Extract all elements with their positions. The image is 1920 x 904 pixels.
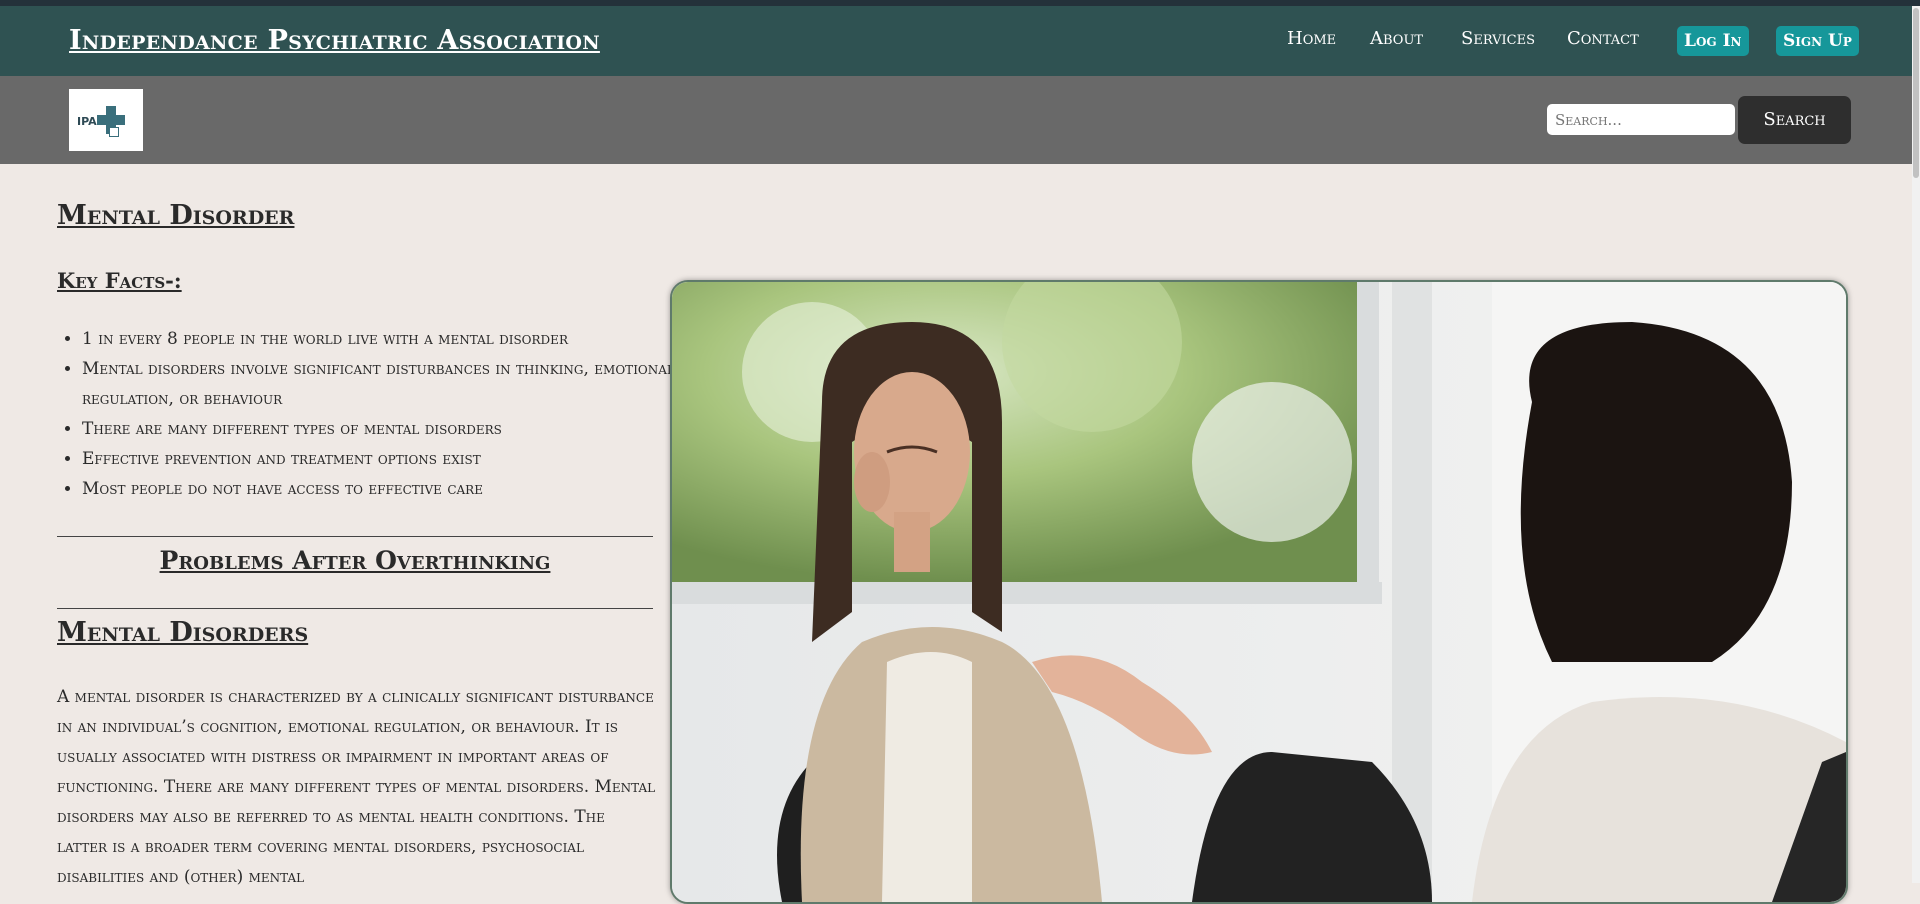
nav-services[interactable]: Services: [1461, 28, 1535, 49]
nav-about[interactable]: About: [1370, 28, 1423, 49]
divider: [57, 608, 653, 609]
top-navbar: Independance Psychiatric Association Hom…: [0, 6, 1920, 76]
key-facts-list: 1 in every 8 people in the world live wi…: [57, 324, 682, 504]
divider: [57, 536, 653, 537]
page-title: Mental Disorder: [57, 200, 295, 231]
list-item: 1 in every 8 people in the world live wi…: [82, 324, 682, 354]
logo-mini-mark: [109, 127, 119, 137]
list-item: Mental disorders involve significant dis…: [82, 354, 682, 414]
site-brand-link[interactable]: Independance Psychiatric Association: [69, 25, 600, 56]
signup-button[interactable]: Sign Up: [1776, 26, 1859, 56]
problems-heading: Problems After Overthinking: [159, 546, 551, 575]
login-button[interactable]: Log In: [1677, 26, 1749, 56]
list-item: There are many different types of mental…: [82, 414, 682, 444]
key-facts-heading: Key Facts-:: [57, 268, 182, 293]
therapy-session-photo: [670, 280, 1848, 904]
description-paragraph: A mental disorder is characterized by a …: [57, 687, 656, 887]
medical-cross-icon-bar: [97, 115, 125, 125]
search-button[interactable]: Search: [1738, 96, 1851, 144]
search-input[interactable]: [1547, 104, 1735, 135]
ipa-logo[interactable]: IPA: [69, 89, 143, 151]
logo-text: IPA: [77, 115, 97, 128]
search-bar-strip: IPA Search: [0, 76, 1920, 164]
list-item: Effective prevention and treatment optio…: [82, 444, 682, 474]
photo-illustration: [672, 282, 1846, 902]
page-scrollbar[interactable]: [1912, 6, 1920, 883]
nav-contact[interactable]: Contact: [1567, 28, 1639, 49]
list-item: Most people do not have access to effect…: [82, 474, 682, 504]
mental-disorders-heading: Mental Disorders: [57, 617, 309, 648]
scrollbar-thumb[interactable]: [1913, 8, 1919, 178]
nav-home[interactable]: Home: [1287, 28, 1336, 49]
